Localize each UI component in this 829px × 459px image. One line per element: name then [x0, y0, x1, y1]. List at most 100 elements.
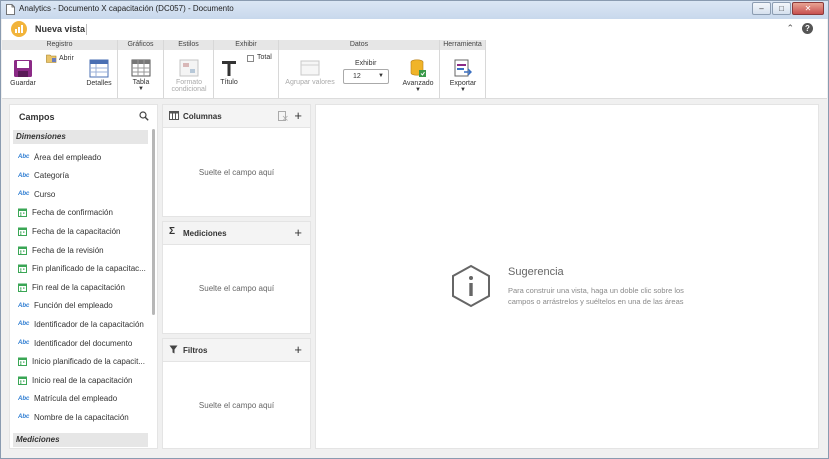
measures-section-header[interactable]: Mediciones [13, 433, 148, 447]
add-filter-button[interactable]: + [294, 342, 302, 357]
analytics-logo-icon [11, 21, 27, 37]
minimize-button[interactable]: – [752, 2, 771, 15]
field-label: Inicio planificado de la capacit... [32, 357, 145, 367]
agrupar-valores-button[interactable]: Agrupar valores [283, 59, 337, 86]
details-grid-icon [89, 59, 109, 78]
group-label-herramienta: Herramienta [440, 40, 485, 50]
group-divider [485, 40, 486, 98]
field-item[interactable]: Fecha de la revisión [18, 243, 146, 257]
field-item[interactable]: Fin planificado de la capacitac... [18, 262, 146, 276]
avanzado-button[interactable]: Avanzado ▼ [398, 59, 438, 93]
detalles-button[interactable]: Detalles [84, 59, 114, 87]
close-button[interactable]: ✕ [792, 2, 824, 15]
sigma-icon: Σ [169, 226, 176, 237]
group-registro: Registro Guardar Abrir Detalles [2, 40, 117, 98]
field-item[interactable]: Abc Curso [18, 187, 146, 201]
filters-title: Filtros [183, 346, 208, 355]
columns-title: Columnas [183, 112, 222, 121]
window-controls: – □ ✕ [752, 2, 824, 15]
group-label-registro: Registro [2, 40, 117, 50]
group-estilos: Estilos Formato condicional [164, 40, 213, 98]
export-icon [454, 59, 472, 77]
exportar-button[interactable]: Exportar ▼ [446, 59, 480, 93]
field-item[interactable]: Fecha de confirmación [18, 206, 146, 220]
field-item[interactable]: Abc Categoría [18, 169, 146, 183]
field-label: Identificador del documento [34, 338, 133, 348]
field-item[interactable]: Fin real de la capacitación [18, 280, 146, 294]
group-values-icon [300, 60, 320, 76]
chevron-down-icon: ▼ [378, 73, 384, 79]
sidebar-title: Campos [19, 112, 55, 122]
field-item[interactable]: Abc Identificador del documento [18, 336, 146, 350]
filters-panel-header: Filtros + [163, 339, 310, 362]
divider [86, 24, 87, 35]
measures-drop-zone[interactable]: Suelte el campo aquí [163, 284, 310, 293]
text-field-icon: Abc [18, 172, 30, 179]
window-title: Analytics - Documento X capacitación (DC… [19, 4, 234, 13]
calendar-icon [18, 264, 27, 274]
group-label-estilos: Estilos [164, 40, 213, 50]
dimensions-section-header[interactable]: Dimensiones [13, 130, 148, 144]
add-measure-button[interactable]: + [294, 225, 302, 240]
text-field-icon: Abc [18, 302, 30, 309]
tabla-button[interactable]: Tabla ▼ [128, 59, 154, 92]
chevron-down-icon: ▼ [138, 86, 144, 92]
maximize-button[interactable]: □ [772, 2, 791, 15]
titulo-label: Título [220, 79, 238, 86]
formato-label-line1: Formato [175, 79, 203, 86]
view-name[interactable]: Nueva vista [35, 24, 85, 34]
field-item[interactable]: Abc Área del empleado [18, 150, 146, 164]
group-exhibir: Exhibir Título Total [214, 40, 278, 98]
formato-condicional-button[interactable]: Formato condicional [168, 59, 210, 93]
search-icon[interactable] [139, 111, 149, 121]
ribbon-toolbar: Registro Guardar Abrir Detalles Gráficos… [2, 40, 827, 99]
add-column-button[interactable]: + [294, 108, 302, 123]
field-item[interactable]: Abc Matrícula del empleado [18, 392, 146, 406]
measures-panel-header: Σ Mediciones + [163, 222, 310, 245]
calendar-icon [18, 246, 27, 255]
field-label: Función del empleado [34, 301, 113, 311]
total-checkbox[interactable] [247, 55, 254, 62]
database-icon [410, 59, 426, 77]
field-label: Fecha de la revisión [32, 245, 104, 255]
text-field-icon: Abc [18, 395, 30, 402]
text-field-icon: Abc [18, 414, 30, 421]
field-item[interactable]: Abc Nombre de la capacitación [18, 410, 146, 424]
titulo-button[interactable]: Título [218, 59, 240, 86]
exhibir-count-select[interactable]: 12 ▼ [343, 69, 389, 84]
tip-title: Sugerencia [508, 266, 564, 278]
field-item[interactable]: Abc Función del empleado [18, 299, 146, 313]
guardar-button[interactable]: Guardar [8, 59, 38, 87]
agrupar-label: Agrupar valores [285, 79, 335, 86]
columns-panel: Columnas + Suelte el campo aquí [162, 104, 311, 217]
calendar-icon [18, 357, 27, 367]
avanzado-label: Avanzado [402, 80, 434, 87]
table-icon [131, 59, 151, 77]
info-hexagon-icon [452, 264, 490, 308]
sidebar-scrollbar[interactable] [152, 129, 155, 315]
text-field-icon: Abc [18, 321, 30, 328]
chevron-down-icon: ▼ [460, 87, 466, 93]
field-item[interactable]: Abc Identificador de la capacitación [18, 317, 146, 331]
text-field-icon: Abc [18, 191, 30, 198]
total-label: Total [257, 54, 272, 61]
exportar-label: Exportar [449, 80, 477, 87]
help-icon[interactable]: ? [802, 23, 813, 34]
filters-panel: Filtros + Suelte el campo aquí [162, 338, 311, 449]
field-item[interactable]: Fecha de la capacitación [18, 224, 146, 238]
collapse-ribbon-icon[interactable]: ⌃ [786, 23, 794, 34]
abrir-label: Abrir [59, 55, 74, 62]
field-item[interactable]: Inicio real de la capacitación [18, 373, 146, 387]
calendar-icon [18, 283, 27, 292]
field-label: Fecha de confirmación [32, 208, 113, 218]
clear-columns-icon[interactable] [278, 111, 288, 121]
tip-text: Para construir una vista, haga un doble … [508, 286, 684, 306]
columns-drop-zone[interactable]: Suelte el campo aquí [163, 168, 310, 177]
abrir-button[interactable]: Abrir [46, 54, 74, 63]
filter-funnel-icon [169, 345, 178, 354]
measures-panel: Σ Mediciones + Suelte el campo aquí [162, 221, 311, 334]
calendar-icon [18, 376, 27, 385]
field-label: Categoría [34, 171, 70, 181]
filters-drop-zone[interactable]: Suelte el campo aquí [163, 401, 310, 410]
field-item[interactable]: Inicio planificado de la capacit... [18, 355, 146, 369]
